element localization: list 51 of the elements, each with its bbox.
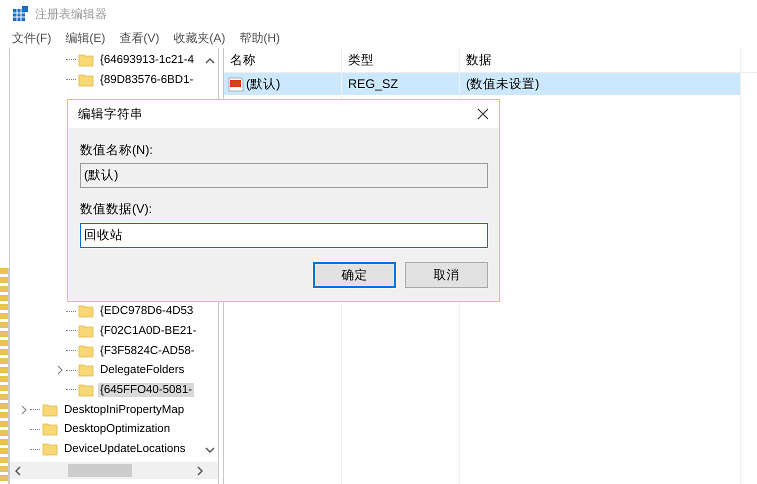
folder-icon	[78, 303, 94, 320]
folder-icon	[78, 382, 94, 398]
scroll-right-icon[interactable]	[196, 466, 204, 476]
dialog-button[interactable]: 取消	[405, 262, 488, 288]
scroll-left-icon[interactable]	[14, 466, 22, 476]
tree-item[interactable]: DeviceUpdateLocations	[62, 442, 188, 456]
tree-item[interactable]: {F3F5824C-AD58-	[98, 344, 197, 358]
chevron-icon[interactable]	[56, 365, 64, 376]
window-title: 注册表编辑器	[35, 6, 107, 22]
tree-item[interactable]: {645FFO40-5081-	[98, 382, 194, 397]
menu-item[interactable]: 查看(V)	[119, 30, 160, 46]
tree-item[interactable]: {64693913-1c21-4	[98, 52, 196, 67]
folder-icon	[42, 402, 58, 418]
dialog-title: 编辑字符串	[78, 106, 143, 122]
column-header[interactable]: 类型	[342, 52, 460, 68]
table-cell-text: (数值未设置)	[465, 76, 540, 92]
table-cell-text: REG_SZ	[347, 77, 400, 91]
field-label: 数值名称(N):	[80, 142, 154, 158]
value-row[interactable]: (默认) REG_SZ (数值未设置)	[224, 73, 741, 95]
menu-item[interactable]: 编辑(E)	[65, 30, 106, 46]
string-value-icon	[228, 76, 244, 92]
folder-icon	[42, 441, 58, 458]
tree-item[interactable]: {F02C1A0D-BE21-	[98, 324, 199, 338]
menu-item[interactable]: 帮助(H)	[239, 30, 280, 46]
tree-item[interactable]: {EDC978D6-4D53	[98, 304, 196, 318]
scroll-up-icon[interactable]	[205, 57, 215, 65]
folder-icon	[78, 72, 94, 88]
table-cell: (默认)	[246, 76, 280, 92]
tree-item[interactable]: {89D83576-6BD1-	[98, 72, 196, 87]
folder-icon	[78, 342, 94, 359]
menu-item[interactable]: 文件(F)	[12, 30, 52, 46]
tree-item[interactable]: DelegateFolders	[98, 363, 186, 378]
folder-icon	[78, 322, 94, 339]
column-header[interactable]: 数据	[460, 52, 741, 68]
folder-icon	[78, 52, 94, 68]
horizontal-scrollbar[interactable]	[10, 462, 218, 479]
field-label: 数值数据(V):	[80, 201, 154, 217]
registry-icon	[12, 6, 28, 22]
column-header[interactable]: 名称	[224, 52, 342, 68]
folder-icon	[42, 421, 58, 438]
data-field[interactable]: 回收站	[80, 223, 488, 248]
tree-item[interactable]: DesktopIniPropertyMap	[62, 402, 186, 417]
dialog-button[interactable]: 确定	[313, 262, 396, 288]
folder-icon	[78, 362, 94, 378]
scroll-thumb[interactable]	[68, 464, 132, 477]
tree-item[interactable]: DesktopOptimization	[62, 422, 172, 436]
chevron-icon[interactable]	[20, 404, 28, 415]
close-icon[interactable]	[477, 108, 489, 120]
menu-item[interactable]: 收藏夹(A)	[173, 30, 226, 46]
name-field[interactable]: (默认)	[80, 163, 488, 188]
scroll-down-icon[interactable]	[205, 446, 215, 454]
